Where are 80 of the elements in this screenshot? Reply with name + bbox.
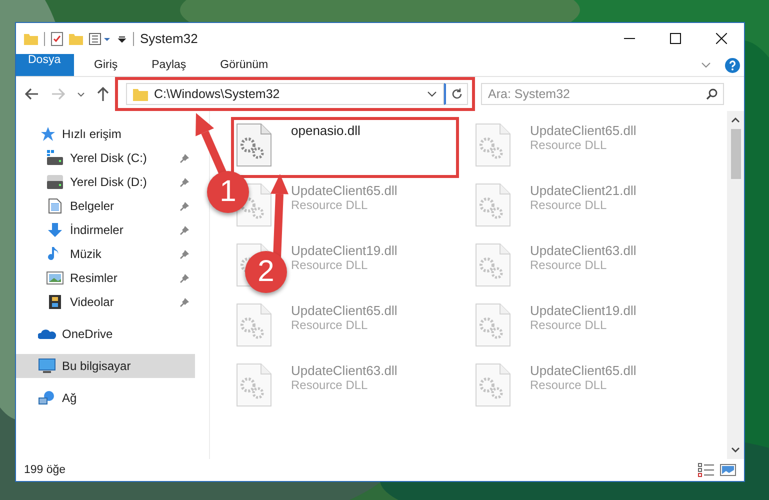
sidebar-item[interactable]: Ağ	[16, 386, 195, 410]
sidebar-item[interactable]: Hızlı erişim	[16, 122, 195, 146]
file-name: UpdateClient21.dll	[530, 183, 636, 198]
gear-file-icon	[475, 183, 511, 227]
document-icon	[46, 198, 64, 214]
file-name: UpdateClient19.dll	[530, 303, 636, 318]
sidebar-item[interactable]: Resimler	[16, 266, 195, 290]
close-icon	[716, 33, 726, 44]
file-name: UpdateClient65.dll	[291, 303, 398, 318]
file-type: Resource DLL	[291, 198, 369, 212]
file-name: openasio.dll	[291, 123, 360, 138]
drive-icon	[46, 150, 64, 166]
gear-file-icon	[236, 123, 272, 167]
scrollbar-thumb[interactable]	[730, 129, 740, 179]
gear-file-icon	[236, 303, 272, 347]
sidebar-item[interactable]: OneDrive	[16, 322, 195, 346]
back-arrow-icon[interactable]	[25, 88, 39, 100]
drive-icon	[46, 174, 64, 190]
file-menu-tab[interactable]: Dosya	[16, 54, 74, 76]
pin-icon[interactable]	[180, 298, 189, 306]
gear-file-icon	[475, 123, 511, 167]
scrollbar[interactable]	[727, 111, 744, 459]
address-field[interactable]: C:\Windows\System32	[126, 83, 444, 105]
item-count: 199 öğe	[24, 464, 66, 476]
dropdown-icon[interactable]	[117, 34, 127, 44]
checklist-icon[interactable]	[51, 32, 63, 46]
folder-icon	[133, 88, 148, 100]
file-name: UpdateClient65.dll	[530, 123, 636, 138]
file-type: Resource DLL	[291, 378, 369, 392]
gear-file-icon	[236, 363, 272, 407]
file-type: Resource DLL	[530, 198, 608, 212]
pin-icon[interactable]	[180, 226, 189, 234]
caret-icon[interactable]	[427, 91, 437, 97]
sidebar-item[interactable]: Videolar	[16, 290, 195, 314]
maximize-icon	[670, 33, 680, 44]
pin-icon[interactable]	[180, 154, 189, 162]
gear-file-icon	[475, 303, 511, 347]
scroll-up-icon[interactable]	[731, 117, 740, 123]
ribbon-tab[interactable]: Görünüm	[206, 54, 282, 76]
image-view-icon[interactable]	[720, 463, 736, 477]
window-title: System32	[140, 31, 198, 46]
refresh-button[interactable]	[444, 83, 468, 105]
sidebar-item[interactable]: İndirmeler	[16, 218, 195, 242]
file-type: Resource DLL	[530, 138, 608, 152]
sidebar-item[interactable]: Yerel Disk (C:)	[16, 146, 195, 170]
ribbon-tab[interactable]: Paylaş	[138, 54, 200, 76]
picture-icon	[46, 270, 64, 286]
pin-icon[interactable]	[180, 178, 189, 186]
file-type: Resource DLL	[530, 378, 608, 392]
file-name: UpdateClient65.dll	[530, 363, 636, 378]
file-name: UpdateClient63.dll	[530, 243, 636, 258]
properties-icon[interactable]	[89, 32, 111, 44]
pin-icon[interactable]	[180, 250, 189, 258]
gear-file-icon	[475, 363, 511, 407]
gear-file-icon	[475, 243, 511, 287]
file-type: Resource DLL	[530, 258, 608, 272]
ribbon-tab[interactable]: Giriş	[80, 54, 132, 76]
file-type: Resource DLL	[291, 258, 369, 272]
help-icon[interactable]	[725, 58, 740, 72]
sidebar-item[interactable]: Bu bilgisayar	[16, 354, 195, 378]
file-name: UpdateClient63.dll	[291, 363, 398, 378]
pin-icon[interactable]	[180, 202, 189, 210]
sidebar-item[interactable]: Belgeler	[16, 194, 195, 218]
file-name: UpdateClient65.dll	[291, 183, 398, 198]
network-icon	[38, 390, 56, 406]
down-arrow-icon	[46, 222, 64, 238]
file-type: Resource DLL	[530, 318, 608, 332]
file-name: UpdateClient19.dll	[291, 243, 398, 258]
file-type: Resource DLL	[291, 318, 369, 332]
caret-icon[interactable]	[77, 92, 85, 96]
film-icon	[46, 294, 64, 310]
up-arrow-icon[interactable]	[97, 87, 109, 101]
details-view-icon[interactable]	[698, 463, 714, 477]
computer-icon	[38, 358, 56, 374]
refresh-icon	[450, 88, 462, 100]
pin-icon[interactable]	[180, 274, 189, 282]
sidebar-item[interactable]: Yerel Disk (D:)	[16, 170, 195, 194]
chevron-down-icon[interactable]	[701, 62, 711, 68]
scroll-down-icon[interactable]	[731, 447, 740, 453]
sidebar-item[interactable]: Müzik	[16, 242, 195, 266]
